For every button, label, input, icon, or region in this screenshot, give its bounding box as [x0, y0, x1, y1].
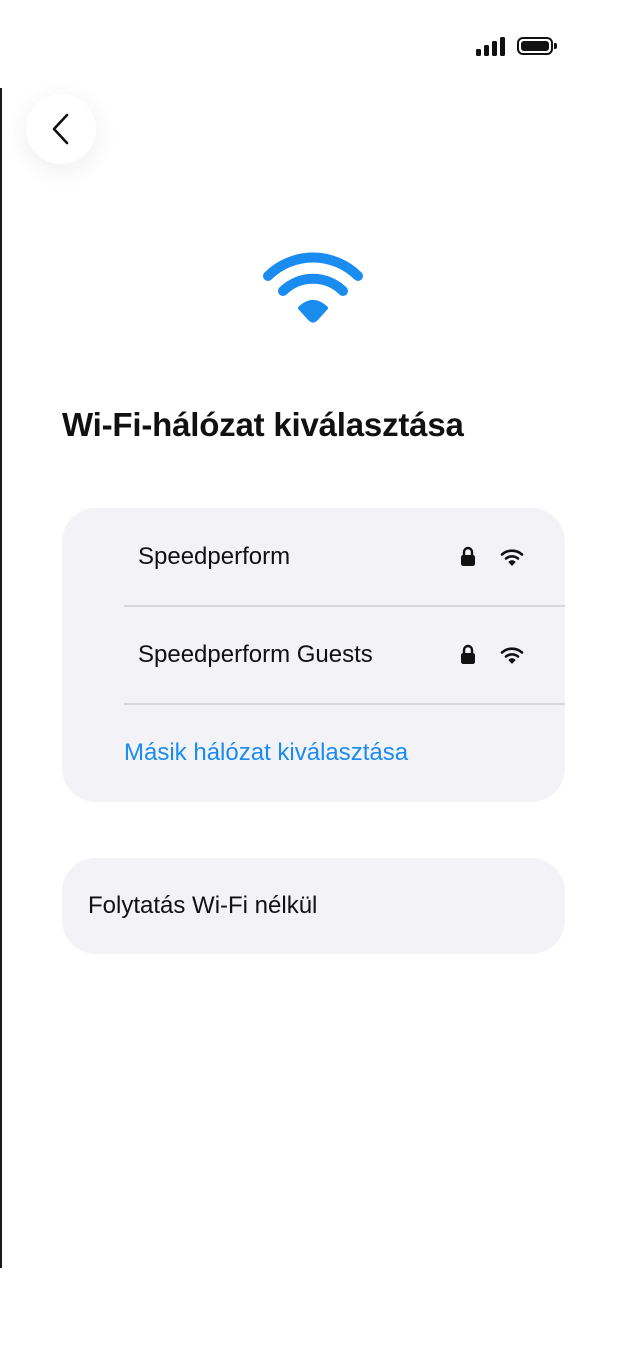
wifi-signal-icon	[500, 549, 524, 566]
continue-without-wifi-label: Folytatás Wi-Fi nélkül	[88, 892, 318, 919]
page-title: Wi-Fi-hálózat kiválasztása	[62, 406, 464, 443]
wifi-setup-screen: Wi-Fi-hálózat kiválasztása Speedperform …	[0, 0, 625, 1356]
lock-icon	[461, 546, 475, 566]
continue-without-wifi-button[interactable]: Folytatás Wi-Fi nélkül	[62, 858, 565, 954]
status-bar	[476, 34, 557, 58]
network-row-speedperform-guests[interactable]: Speedperform Guests	[62, 606, 565, 704]
network-row-speedperform[interactable]: Speedperform	[62, 508, 565, 606]
network-name: Speedperform	[138, 543, 291, 570]
wifi-icon	[263, 252, 363, 323]
network-list: Speedperform Speedperform Guests Másik h…	[62, 508, 565, 802]
wifi-signal-icon	[500, 647, 524, 664]
other-network-link[interactable]: Másik hálózat kiválasztása	[124, 704, 408, 802]
cellular-signal-icon	[476, 36, 505, 56]
chevron-left-icon	[52, 113, 69, 145]
network-name: Speedperform Guests	[138, 641, 373, 668]
lock-icon	[461, 644, 475, 664]
battery-icon	[517, 37, 557, 55]
back-button[interactable]	[26, 94, 96, 164]
screen-edge	[0, 88, 2, 1268]
